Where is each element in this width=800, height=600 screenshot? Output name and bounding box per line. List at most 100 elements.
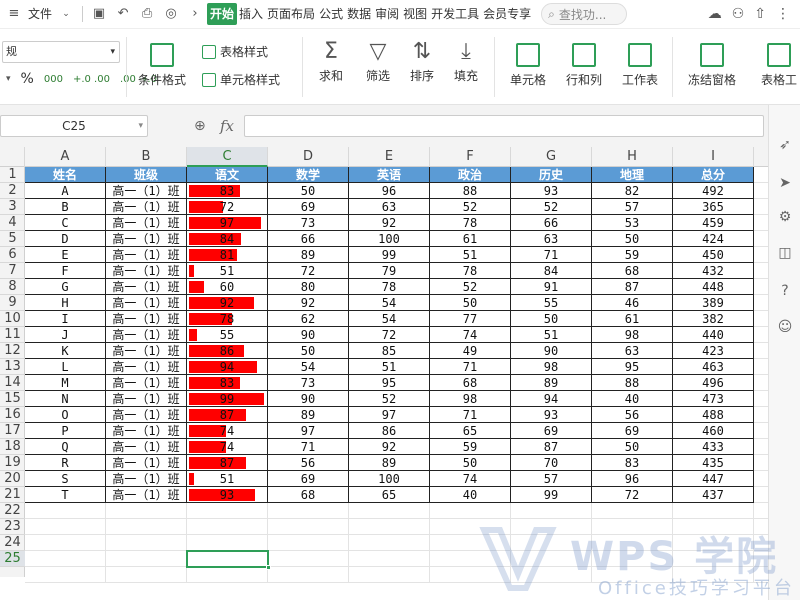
table-cell[interactable]: 496	[673, 375, 754, 391]
table-cell[interactable]: 40	[430, 487, 511, 503]
table-cell[interactable]: 89	[268, 407, 349, 423]
empty-cell[interactable]	[511, 535, 592, 551]
table-cell[interactable]: 50	[592, 231, 673, 247]
row-header-9[interactable]: 9	[0, 295, 25, 311]
empty-cell[interactable]	[511, 503, 592, 519]
chinese-score-cell[interactable]: 51	[187, 263, 268, 279]
print-preview-icon[interactable]: ◎	[163, 6, 179, 22]
chinese-score-cell[interactable]: 74	[187, 423, 268, 439]
empty-cell[interactable]	[25, 503, 106, 519]
column-header-d[interactable]: D	[268, 147, 349, 167]
row-header-13[interactable]: 13	[0, 359, 25, 375]
save-icon[interactable]: ▣	[91, 6, 107, 22]
empty-cell[interactable]	[511, 519, 592, 535]
empty-cell[interactable]	[511, 567, 592, 583]
column-header-b[interactable]: B	[106, 147, 187, 167]
table-cell[interactable]: 54	[268, 359, 349, 375]
table-cell[interactable]: 74	[430, 471, 511, 487]
table-style-button[interactable]: 表格样式	[202, 43, 268, 60]
empty-cell[interactable]	[268, 551, 349, 567]
insert-function-button[interactable]: fx	[220, 117, 234, 135]
rocket-icon[interactable]: ➶	[777, 137, 793, 153]
row-header-3[interactable]: 3	[0, 199, 25, 215]
table-cell[interactable]: S	[25, 471, 106, 487]
row-header-25[interactable]: 25	[0, 551, 25, 567]
empty-cell[interactable]	[592, 567, 673, 583]
table-cell[interactable]: 40	[592, 391, 673, 407]
empty-cell[interactable]	[754, 551, 768, 567]
table-cell[interactable]: 高一（1）班	[106, 391, 187, 407]
table-cell[interactable]: 66	[511, 215, 592, 231]
row-header-6[interactable]: 6	[0, 247, 25, 263]
empty-cell[interactable]	[349, 551, 430, 567]
empty-cell[interactable]	[592, 503, 673, 519]
row-header-20[interactable]: 20	[0, 471, 25, 487]
table-cell[interactable]: 84	[511, 263, 592, 279]
table-cell[interactable]: 52	[430, 279, 511, 295]
table-cell[interactable]: 69	[268, 471, 349, 487]
row-header-15[interactable]: 15	[0, 391, 25, 407]
table-cell[interactable]: 高一（1）班	[106, 375, 187, 391]
table-cell[interactable]: G	[25, 279, 106, 295]
empty-cell[interactable]	[754, 215, 768, 231]
table-cell[interactable]: 高一（1）班	[106, 311, 187, 327]
table-cell[interactable]: 91	[511, 279, 592, 295]
table-cell[interactable]: 62	[268, 311, 349, 327]
table-cell[interactable]: 432	[673, 263, 754, 279]
empty-cell[interactable]	[268, 503, 349, 519]
chinese-score-cell[interactable]: 51	[187, 471, 268, 487]
empty-cell[interactable]	[673, 519, 754, 535]
number-format-select[interactable]: 规 ▾	[2, 41, 120, 63]
empty-cell[interactable]	[187, 567, 268, 583]
table-cell[interactable]: 100	[349, 231, 430, 247]
freeze-panes-button[interactable]: 冻结窗格	[680, 43, 744, 88]
table-cell[interactable]: 51	[349, 359, 430, 375]
empty-cell[interactable]	[754, 455, 768, 471]
table-cell[interactable]: 51	[430, 247, 511, 263]
chinese-score-cell[interactable]: 97	[187, 215, 268, 231]
table-cell[interactable]: 高一（1）班	[106, 423, 187, 439]
tab-developer[interactable]: 开发工具	[429, 0, 481, 29]
table-cell[interactable]: 高一（1）班	[106, 279, 187, 295]
table-cell[interactable]: 54	[349, 311, 430, 327]
table-cell[interactable]: 100	[349, 471, 430, 487]
empty-cell[interactable]	[754, 183, 768, 199]
table-cell[interactable]: 98	[511, 359, 592, 375]
empty-cell[interactable]	[25, 535, 106, 551]
table-cell[interactable]: 56	[592, 407, 673, 423]
table-cell[interactable]: 72	[592, 487, 673, 503]
table-cell[interactable]: 78	[430, 215, 511, 231]
table-cell[interactable]: 89	[349, 455, 430, 471]
tab-home[interactable]: 开始	[207, 3, 238, 25]
table-cell[interactable]: 71	[430, 359, 511, 375]
settings-sliders-icon[interactable]: ⚙	[777, 209, 793, 225]
table-cell[interactable]: 78	[430, 263, 511, 279]
row-header-18[interactable]: 18	[0, 439, 25, 455]
table-cell[interactable]: 高一（1）班	[106, 247, 187, 263]
table-cell[interactable]: 92	[349, 439, 430, 455]
header-cell[interactable]: 历史	[511, 167, 592, 183]
empty-cell[interactable]	[754, 535, 768, 551]
table-cell[interactable]: 98	[430, 391, 511, 407]
chinese-score-cell[interactable]: 93	[187, 487, 268, 503]
row-header-17[interactable]: 17	[0, 423, 25, 439]
help-icon[interactable]: ?	[777, 283, 793, 299]
sum-button[interactable]: Σ 求和	[314, 39, 348, 84]
empty-cell[interactable]	[754, 343, 768, 359]
empty-cell[interactable]	[673, 535, 754, 551]
assistant-icon[interactable]: ☺	[777, 319, 793, 335]
tab-page-layout[interactable]: 页面布局	[265, 0, 317, 29]
table-cell[interactable]: 68	[268, 487, 349, 503]
chinese-score-cell[interactable]: 83	[187, 183, 268, 199]
empty-cell[interactable]	[592, 519, 673, 535]
rows-cols-button[interactable]: 行和列	[560, 43, 608, 88]
column-header-c[interactable]: C	[187, 147, 268, 167]
empty-cell[interactable]	[592, 551, 673, 567]
tab-insert[interactable]: 插入	[237, 0, 265, 29]
table-cell[interactable]: 高一（1）班	[106, 343, 187, 359]
table-cell[interactable]: 63	[511, 231, 592, 247]
empty-cell[interactable]	[430, 535, 511, 551]
row-header-24[interactable]: 24	[0, 535, 25, 551]
row-header-14[interactable]: 14	[0, 375, 25, 391]
chinese-score-cell[interactable]: 74	[187, 439, 268, 455]
